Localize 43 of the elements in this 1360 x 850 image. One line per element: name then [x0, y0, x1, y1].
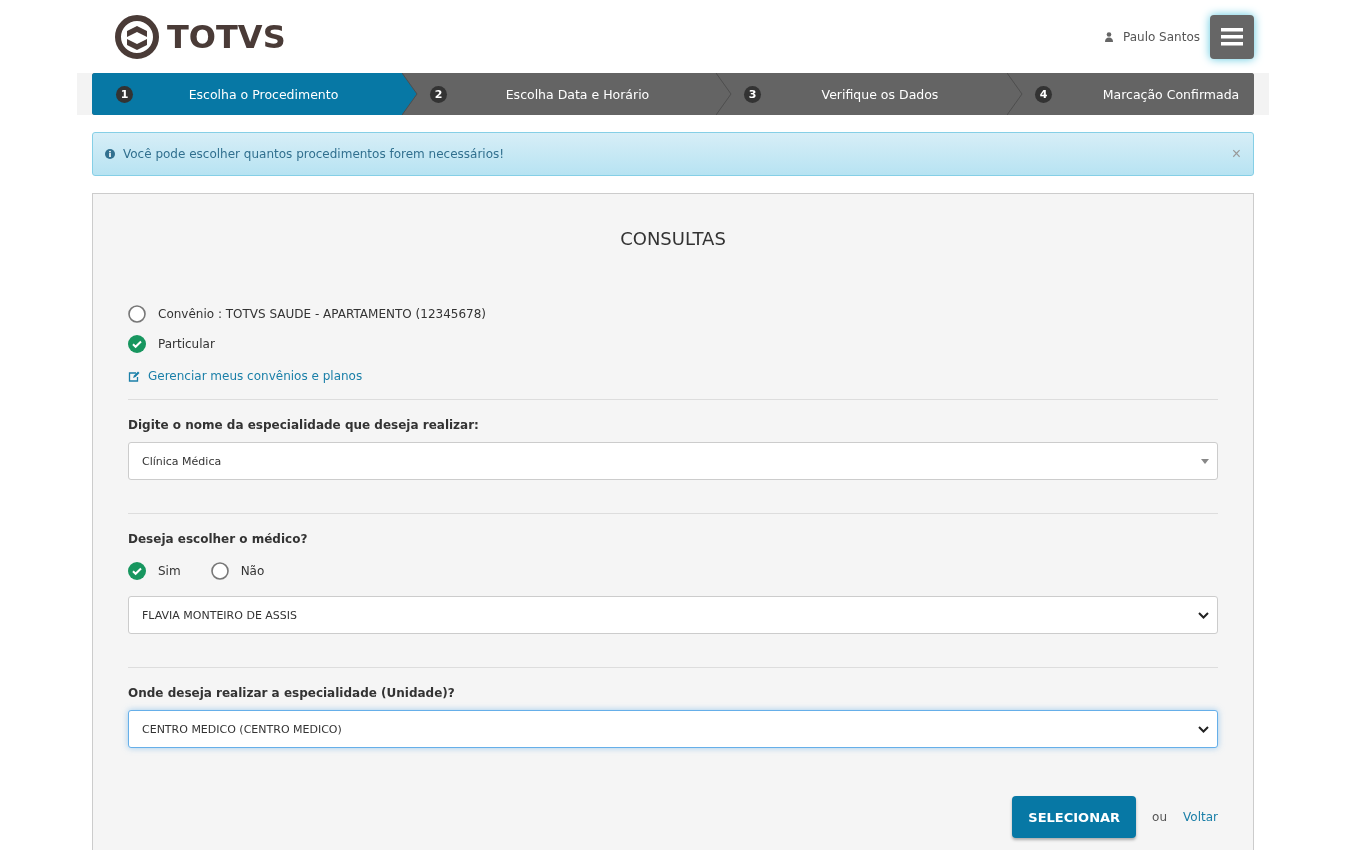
step-number: 3 — [744, 85, 761, 103]
step-label: Marcação Confirmada — [1101, 86, 1241, 102]
radio-label: Sim — [158, 564, 181, 578]
radio-label: Convênio : TOTVS SAUDE - APARTAMENTO (12345678) — [158, 307, 487, 321]
checked-radio-icon[interactable] — [128, 335, 146, 353]
section-title: CONSULTAS — [619, 228, 727, 249]
step-separator — [716, 73, 732, 115]
user-name: Paulo Santos — [1122, 29, 1200, 44]
info-icon — [105, 149, 115, 159]
radio-button[interactable] — [128, 305, 146, 323]
manage-plans-link[interactable]: Gerenciar meus convênios e planos — [148, 369, 363, 383]
checked-radio-icon[interactable] — [128, 562, 146, 580]
caret-icon — [1201, 458, 1209, 464]
edit-icon — [128, 370, 140, 382]
step-separator — [1007, 73, 1023, 115]
step-number: 1 — [116, 85, 133, 103]
field-label: Digite o nome da especialidade que deseja realizar: — [128, 418, 480, 432]
menu-icon — [1221, 27, 1243, 46]
chevron-down-icon — [1198, 725, 1209, 733]
radio-button[interactable] — [210, 562, 229, 580]
logo-text: TOTVS — [167, 17, 286, 56]
step-number: 2 — [430, 85, 447, 103]
select-field[interactable]: FLAVIA MONTEIRO DE ASSIS — [128, 596, 1218, 634]
wizard-step[interactable]: 4 Marcação Confirmada — [1007, 73, 1254, 115]
step-label: Escolha o Procedimento — [187, 86, 340, 102]
user-icon — [1104, 31, 1113, 42]
select-button[interactable]: SELECIONAR — [1012, 796, 1137, 838]
step-separator — [402, 73, 418, 115]
radio-label: Particular — [158, 337, 215, 351]
field-label: Deseja escolher o médico? — [128, 532, 309, 546]
or-text: ou — [1152, 810, 1168, 824]
step-label: Verifique os Dados — [820, 86, 940, 102]
step-label: Escolha Data e Horário — [504, 86, 651, 102]
step-number: 4 — [1035, 85, 1052, 103]
alert-message: Você pode escolher quantos procedimentos forem necessários! — [123, 147, 506, 161]
back-link[interactable]: Voltar — [1183, 810, 1218, 824]
field-label: Onde deseja realizar a especialidade (Unidade)? — [128, 686, 456, 700]
combo-box[interactable]: Clínica Médica — [128, 442, 1218, 480]
menu-button[interactable] — [1210, 14, 1254, 59]
radio-label: Não — [240, 564, 265, 578]
chevron-down-icon — [1198, 611, 1209, 619]
select-field[interactable]: CENTRO MEDICO (CENTRO MEDICO) — [128, 710, 1218, 748]
logo-icon — [115, 14, 159, 59]
